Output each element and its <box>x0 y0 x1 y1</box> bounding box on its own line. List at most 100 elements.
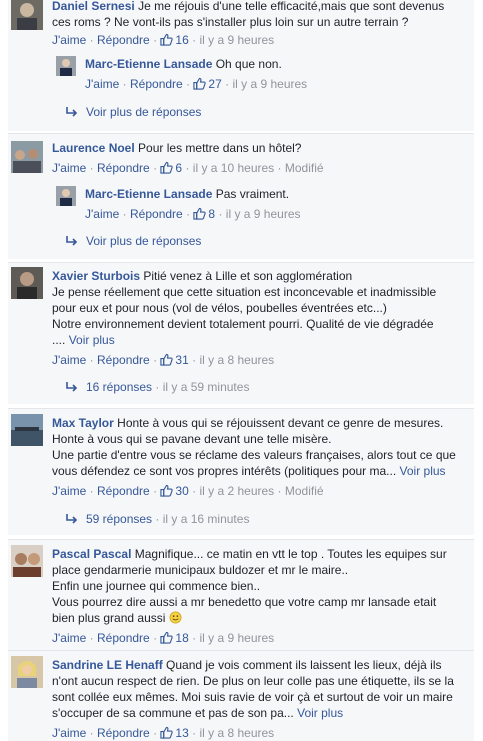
comment-author[interactable]: Pascal Pascal <box>52 547 131 561</box>
separator: · <box>122 77 127 91</box>
like-count[interactable]: 13 <box>175 726 188 740</box>
replies-link[interactable]: 16 réponses · il y a 59 minutes <box>66 379 249 395</box>
replies-count: 59 réponses <box>86 512 153 526</box>
timestamp[interactable]: il y a 9 heures <box>232 77 307 91</box>
separator: · <box>153 631 158 645</box>
replies-count: 16 réponses <box>86 380 153 394</box>
more-replies-link[interactable]: Voir plus de réponses <box>66 233 201 249</box>
thumbs-up-icon <box>160 33 173 46</box>
like-count[interactable]: 16 <box>175 33 188 47</box>
separator: · <box>185 161 190 175</box>
like-count[interactable]: 18 <box>175 631 188 645</box>
separator: · <box>155 512 160 526</box>
smiley-emoji-icon <box>169 611 182 624</box>
reply-button[interactable]: Répondre <box>130 207 183 221</box>
separator: · <box>89 484 94 498</box>
reply-button[interactable]: Répondre <box>97 484 150 498</box>
reply-button[interactable]: Répondre <box>97 353 150 367</box>
separator: · <box>89 631 94 645</box>
reply-arrow-icon <box>66 514 78 524</box>
comment-text: Je pense réellement que cette situation … <box>52 285 437 299</box>
reply-button[interactable]: Répondre <box>97 726 150 740</box>
separator: · <box>89 33 94 47</box>
comment-text: Quand je vois comment ils laissent les l… <box>166 658 442 672</box>
thumbs-up-icon <box>160 726 173 739</box>
separator: · <box>153 33 158 47</box>
like-button[interactable]: J'aime <box>52 631 86 645</box>
replies-timestamp: il y a 16 minutes <box>162 512 250 526</box>
thumbs-up-icon <box>193 77 206 90</box>
avatar[interactable] <box>11 545 43 577</box>
like-count[interactable]: 27 <box>208 77 221 91</box>
separator: · <box>153 726 158 740</box>
edited-label[interactable]: Modifié <box>285 484 324 498</box>
avatar[interactable] <box>56 56 76 76</box>
comment-text: Enfin une journee qui commence bien.. <box>52 579 261 593</box>
reply-button[interactable]: Répondre <box>97 631 150 645</box>
timestamp[interactable]: il y a 9 heures <box>199 33 274 47</box>
like-button[interactable]: J'aime <box>85 77 119 91</box>
avatar[interactable] <box>56 186 76 206</box>
separator: · <box>277 161 282 175</box>
like-count[interactable]: 31 <box>175 353 188 367</box>
like-button[interactable]: J'aime <box>52 353 86 367</box>
separator: · <box>192 631 197 645</box>
reply-button[interactable]: Répondre <box>97 33 150 47</box>
like-count[interactable]: 6 <box>175 161 182 175</box>
more-replies-link[interactable]: Voir plus de réponses <box>66 104 201 120</box>
timestamp[interactable]: il y a 10 heures <box>193 161 274 175</box>
timestamp[interactable]: il y a 8 heures <box>199 353 274 367</box>
reply-arrow-icon <box>66 107 78 117</box>
reply-author[interactable]: Marc-Etienne Lansade <box>85 187 212 201</box>
separator: · <box>186 77 191 91</box>
comment-author[interactable]: Max Taylor <box>52 416 114 430</box>
avatar[interactable] <box>11 267 43 299</box>
timestamp[interactable]: il y a 8 heures <box>199 726 274 740</box>
replies-link[interactable]: 59 réponses · il y a 16 minutes <box>66 511 249 527</box>
edited-label[interactable]: Modifié <box>285 161 324 175</box>
separator: · <box>89 353 94 367</box>
reply-button[interactable]: Répondre <box>130 77 183 91</box>
like-button[interactable]: J'aime <box>52 161 86 175</box>
timestamp[interactable]: il y a 9 heures <box>226 207 301 221</box>
like-button[interactable]: J'aime <box>52 726 86 740</box>
separator: · <box>192 726 197 740</box>
reply-author[interactable]: Marc-Etienne Lansade <box>85 57 212 71</box>
separator: · <box>186 207 191 221</box>
thumbs-up-icon <box>160 161 173 174</box>
comment-text: Vous pourrez dire aussi a mr benedetto q… <box>52 595 437 609</box>
comment-author[interactable]: Xavier Sturbois <box>52 269 140 283</box>
reply-text: Oh que non. <box>215 57 282 71</box>
like-count[interactable]: 8 <box>208 207 215 221</box>
like-button[interactable]: J'aime <box>85 207 119 221</box>
see-more-link[interactable]: Voir plus <box>400 464 446 478</box>
separator: · <box>153 484 158 498</box>
see-more-link[interactable]: Voir plus <box>69 333 115 347</box>
comment-author[interactable]: Daniel Sernesi <box>52 0 135 13</box>
comment-text: Pour les mettre dans un hôtel? <box>138 141 302 155</box>
avatar[interactable] <box>11 414 43 446</box>
comment-daniel-sernesi: Daniel Sernesi Je me réjouis d'une telle… <box>8 0 474 131</box>
comment-laurence-noel: Laurence Noel Pour les mettre dans un hô… <box>8 133 474 259</box>
comment-text: Honte à vous qui se pavane devant une te… <box>52 432 332 446</box>
avatar[interactable] <box>11 0 43 30</box>
comment-text: n'ont aucun respect de rien. De plus on … <box>52 674 454 688</box>
reply-button[interactable]: Répondre <box>97 161 150 175</box>
reply-arrow-icon <box>66 236 78 246</box>
thumbs-up-icon <box>160 484 173 497</box>
timestamp[interactable]: il y a 9 heures <box>199 631 274 645</box>
avatar[interactable] <box>11 141 43 173</box>
like-button[interactable]: J'aime <box>52 484 86 498</box>
timestamp[interactable]: il y a 2 heures <box>199 484 274 498</box>
comment-text: bien plus grand aussi <box>52 611 166 625</box>
comment-author[interactable]: Laurence Noel <box>52 141 135 155</box>
thumbs-up-icon <box>160 353 173 366</box>
like-button[interactable]: J'aime <box>52 33 86 47</box>
separator: · <box>89 161 94 175</box>
comment-feed: Daniel Sernesi Je me réjouis d'une telle… <box>0 0 483 741</box>
like-count[interactable]: 30 <box>175 484 188 498</box>
more-replies-label: Voir plus de réponses <box>86 105 202 119</box>
avatar[interactable] <box>11 656 43 688</box>
comment-author[interactable]: Sandrine LE Henaff <box>52 658 163 672</box>
see-more-link[interactable]: Voir plus <box>297 706 343 720</box>
